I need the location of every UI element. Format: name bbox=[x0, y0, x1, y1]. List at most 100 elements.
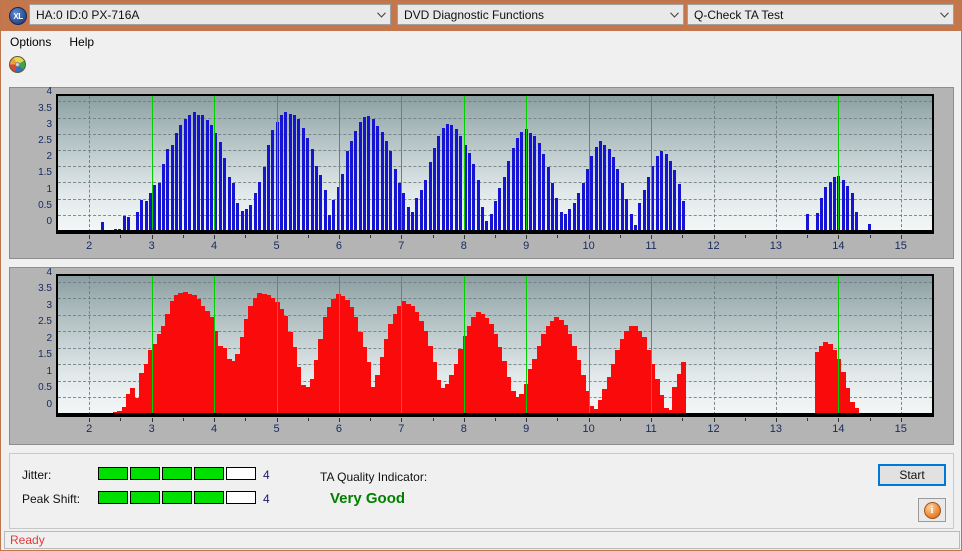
x-tick bbox=[838, 418, 840, 422]
chart-bar bbox=[655, 155, 659, 232]
chart-bar bbox=[223, 157, 227, 232]
meter-segment bbox=[130, 491, 160, 504]
chart-bar bbox=[376, 125, 380, 232]
chart-bar bbox=[841, 180, 845, 232]
chart-bottom-x-axis-labels: 2 3 4 5 6 7 8 9 10 11 12 13 14 15 bbox=[56, 423, 934, 437]
chart-bar bbox=[358, 121, 362, 232]
info-button[interactable]: i bbox=[918, 498, 946, 522]
jitter-meter bbox=[98, 467, 256, 480]
chart-bar bbox=[529, 133, 533, 232]
y-tick-label: 4 bbox=[46, 86, 52, 98]
menu-item-help[interactable]: Help bbox=[60, 33, 103, 51]
x-tick-minor bbox=[495, 235, 496, 238]
x-tick-label: 4 bbox=[211, 423, 218, 435]
x-tick-minor bbox=[869, 235, 871, 238]
y-tick-label: 0.5 bbox=[38, 382, 52, 394]
grid-line-horizontal bbox=[58, 281, 932, 283]
x-tick bbox=[276, 418, 278, 422]
marker-line bbox=[838, 276, 840, 415]
x-tick bbox=[838, 235, 840, 239]
chart-bar bbox=[846, 186, 850, 232]
x-tick bbox=[338, 418, 340, 422]
meter-segment bbox=[162, 491, 192, 504]
chart-bar bbox=[135, 211, 139, 232]
x-tick-minor bbox=[370, 235, 372, 238]
chart-bar bbox=[349, 140, 353, 232]
chart-bar bbox=[603, 145, 607, 232]
x-tick bbox=[526, 418, 528, 422]
x-tick-label: 3 bbox=[148, 240, 155, 252]
x-tick bbox=[89, 235, 91, 239]
x-tick-minor bbox=[744, 418, 746, 421]
function-select[interactable]: DVD Diagnostic Functions bbox=[397, 4, 684, 25]
x-tick-minor bbox=[495, 418, 496, 421]
menu-item-options[interactable]: Options bbox=[1, 33, 60, 51]
grid-line-horizontal bbox=[58, 101, 932, 103]
x-tick-label: 6 bbox=[335, 423, 342, 435]
chart-bar bbox=[607, 149, 611, 232]
x-tick-label: 5 bbox=[273, 423, 280, 435]
x-tick-minor bbox=[432, 418, 434, 421]
x-tick-minor bbox=[619, 418, 621, 421]
chart-bar bbox=[245, 209, 249, 232]
chart-bar bbox=[642, 189, 646, 232]
start-button[interactable]: Start bbox=[878, 464, 946, 486]
x-tick-label: 8 bbox=[460, 423, 467, 435]
x-tick-minor bbox=[120, 235, 122, 238]
info-icon: i bbox=[923, 501, 941, 519]
chart-bar bbox=[682, 201, 686, 232]
test-select[interactable]: Q-Check TA Test bbox=[687, 4, 954, 25]
app-icon: XL bbox=[9, 7, 27, 25]
chart-bar bbox=[459, 136, 463, 232]
x-tick-minor bbox=[557, 418, 559, 421]
x-tick bbox=[526, 235, 528, 239]
y-tick-label: 2 bbox=[46, 151, 52, 163]
menu-bar: Options Help bbox=[1, 31, 961, 52]
chart-bar bbox=[537, 142, 541, 232]
grid-line-vertical bbox=[713, 96, 715, 232]
x-tick bbox=[651, 418, 653, 422]
chart-bar bbox=[681, 362, 687, 415]
ta-quality-value: Very Good bbox=[330, 490, 406, 507]
marker-line bbox=[276, 276, 278, 415]
chart-bar bbox=[520, 131, 524, 232]
chart-bar bbox=[258, 181, 262, 232]
x-tick bbox=[151, 418, 153, 422]
grid-line-vertical bbox=[900, 276, 902, 415]
chart-bar bbox=[310, 149, 314, 232]
x-tick-minor bbox=[182, 235, 184, 238]
chart-bar bbox=[170, 144, 174, 232]
chart-bar bbox=[660, 151, 664, 232]
grid-line-vertical bbox=[89, 96, 91, 232]
x-tick-minor bbox=[682, 418, 684, 421]
x-tick-label: 9 bbox=[523, 423, 530, 435]
chart-bar bbox=[546, 167, 550, 232]
meter-segment bbox=[162, 467, 192, 480]
x-tick-label: 5 bbox=[273, 240, 280, 252]
chart-bar bbox=[253, 193, 257, 232]
drive-select[interactable]: HA:0 ID:0 PX-716A bbox=[29, 4, 391, 25]
x-tick bbox=[900, 235, 902, 239]
x-tick bbox=[775, 235, 777, 239]
chart-bar bbox=[833, 176, 837, 232]
grid-line-vertical bbox=[713, 276, 715, 415]
x-tick bbox=[401, 235, 403, 239]
chart-bar bbox=[240, 210, 244, 232]
chart-bar bbox=[371, 119, 375, 232]
chart-bar bbox=[568, 209, 572, 232]
chart-bar bbox=[192, 111, 196, 232]
x-tick-label: 13 bbox=[769, 423, 783, 435]
test-select-value: Q-Check TA Test bbox=[694, 7, 784, 22]
x-tick-label: 10 bbox=[582, 423, 595, 435]
chart-bar bbox=[594, 147, 598, 232]
x-tick-label: 7 bbox=[398, 423, 405, 435]
y-tick-label: 1.5 bbox=[38, 167, 52, 179]
x-tick-minor bbox=[869, 418, 871, 421]
x-tick bbox=[214, 235, 216, 239]
chart-bar bbox=[481, 206, 484, 232]
chart-bar bbox=[297, 118, 301, 232]
chart-bar bbox=[450, 125, 454, 232]
marker-line bbox=[463, 96, 465, 232]
y-tick-label: 3 bbox=[46, 118, 52, 130]
meter-segment bbox=[226, 467, 256, 480]
